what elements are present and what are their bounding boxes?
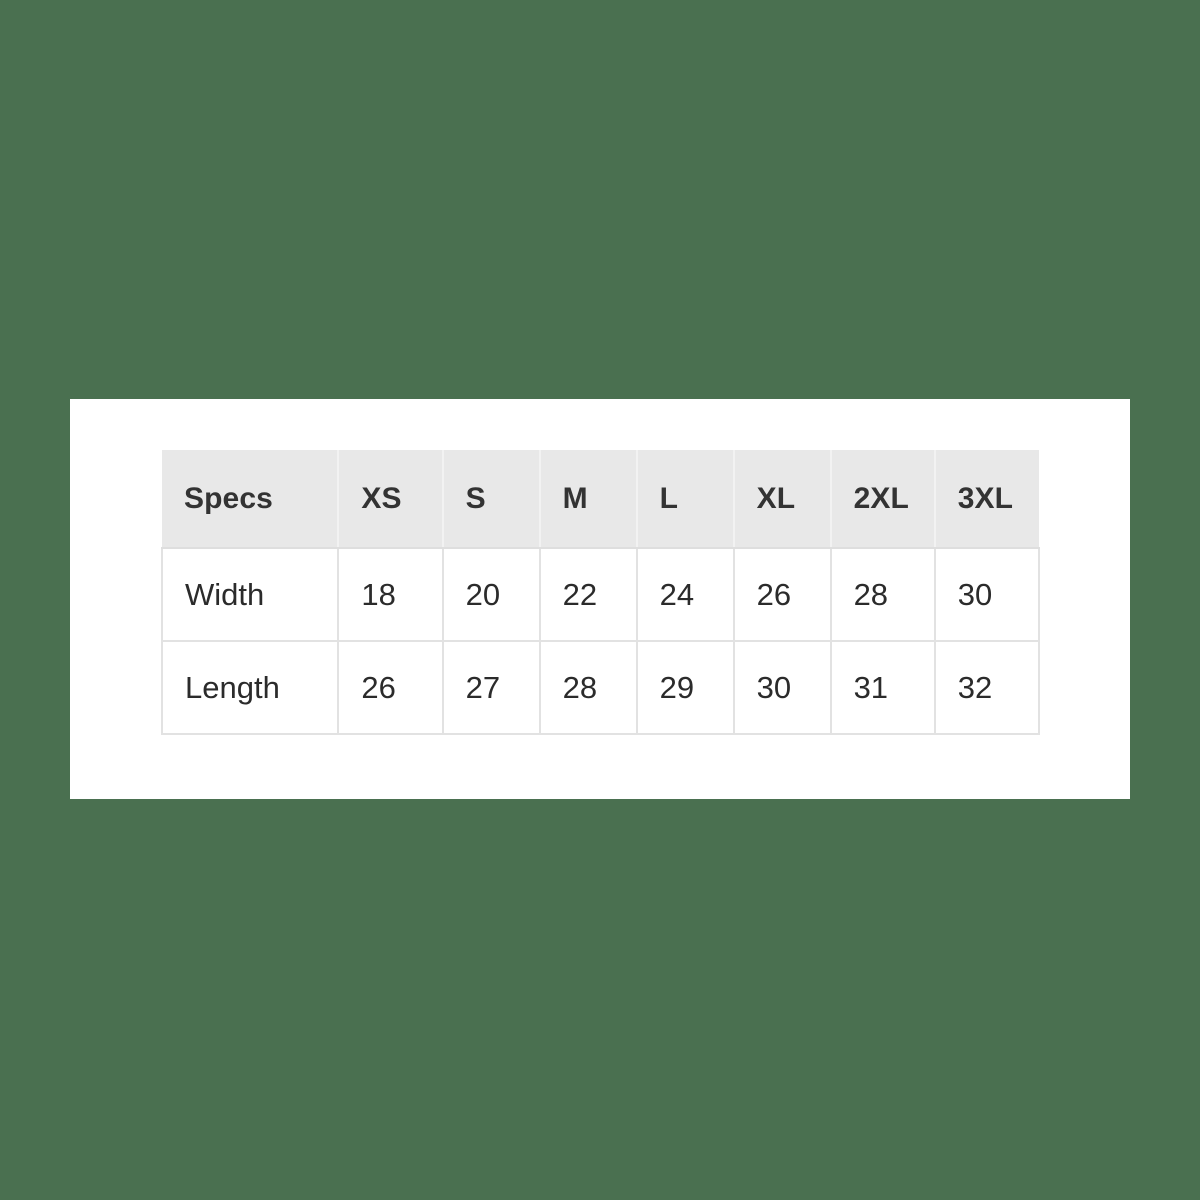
table-header-row: Specs XS S M L XL 2XL 3XL (162, 450, 1039, 549)
cell-length-s: 27 (442, 641, 541, 735)
cell-width-2xl: 28 (830, 548, 936, 642)
table-row: Length 26 27 28 29 30 31 32 (160, 641, 1041, 735)
cell-width-l: 24 (636, 548, 735, 642)
cell-length-3xl: 32 (934, 641, 1041, 735)
column-header-specs: Specs (162, 450, 340, 549)
cell-width-s: 20 (442, 548, 541, 642)
cell-width-xl: 26 (733, 548, 832, 642)
cell-width-3xl: 30 (934, 548, 1041, 642)
column-header-s: S (442, 450, 541, 549)
column-header-l: L (636, 450, 735, 549)
row-label-width: Width (160, 548, 340, 642)
cell-width-xs: 18 (338, 548, 444, 642)
column-header-xs: XS (338, 450, 444, 549)
cell-length-m: 28 (539, 641, 638, 735)
size-specs-table: Specs XS S M L XL 2XL 3XL Width 18 20 22… (160, 450, 1041, 735)
column-header-3xl: 3XL (934, 450, 1039, 549)
table-body: Width 18 20 22 24 26 28 30 Length 26 27 … (160, 548, 1041, 735)
table-row: Width 18 20 22 24 26 28 30 (160, 548, 1041, 642)
table-header: Specs XS S M L XL 2XL 3XL (162, 450, 1039, 549)
column-header-m: M (539, 450, 638, 549)
cell-width-m: 22 (539, 548, 638, 642)
page-root: Specs XS S M L XL 2XL 3XL Width 18 20 22… (0, 0, 1200, 1200)
cell-length-xs: 26 (338, 641, 444, 735)
specs-card: Specs XS S M L XL 2XL 3XL Width 18 20 22… (70, 399, 1130, 799)
column-header-xl: XL (733, 450, 832, 549)
cell-length-xl: 30 (733, 641, 832, 735)
column-header-2xl: 2XL (830, 450, 936, 549)
cell-length-l: 29 (636, 641, 735, 735)
row-label-length: Length (160, 641, 340, 735)
cell-length-2xl: 31 (830, 641, 936, 735)
